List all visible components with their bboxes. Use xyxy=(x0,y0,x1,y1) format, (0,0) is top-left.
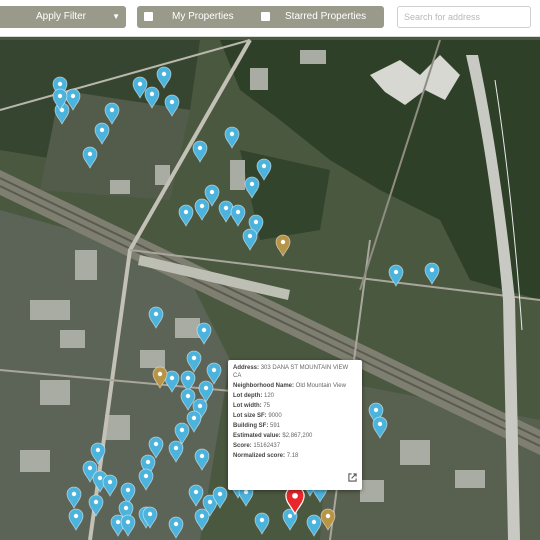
property-marker[interactable] xyxy=(196,322,212,345)
property-marker[interactable] xyxy=(306,514,322,537)
property-marker[interactable] xyxy=(230,204,246,227)
lot-width-value: 75 xyxy=(263,403,271,409)
chevron-down-icon: ▼ xyxy=(112,12,120,21)
property-marker[interactable] xyxy=(82,146,98,169)
normalized-score-label: Normalized score: xyxy=(233,453,286,459)
property-marker[interactable] xyxy=(388,264,404,287)
property-marker[interactable] xyxy=(68,508,84,531)
property-marker[interactable] xyxy=(138,468,154,491)
property-marker[interactable] xyxy=(186,350,202,373)
starred-property-marker[interactable] xyxy=(152,366,168,389)
property-marker[interactable] xyxy=(424,262,440,285)
property-marker[interactable] xyxy=(94,122,110,145)
property-marker[interactable] xyxy=(194,448,210,471)
property-marker[interactable] xyxy=(178,204,194,227)
property-marker[interactable] xyxy=(144,86,160,109)
property-marker[interactable] xyxy=(102,474,118,497)
property-marker[interactable] xyxy=(254,512,270,535)
apply-filter-label: Apply Filter xyxy=(35,11,86,22)
estimated-value-label: Estimated value: xyxy=(233,433,281,439)
external-link-icon[interactable] xyxy=(348,473,357,485)
starred-properties-label[interactable]: Starred Properties xyxy=(285,6,366,28)
address-search-input[interactable] xyxy=(397,6,531,28)
building-sf-value: 591 xyxy=(270,423,281,429)
top-toolbar: Apply Filter ▼ My Properties Starred Pro… xyxy=(0,0,540,37)
property-marker[interactable] xyxy=(372,416,388,439)
property-marker[interactable] xyxy=(148,306,164,329)
property-toggle-group: My Properties Starred Properties xyxy=(137,6,384,28)
property-marker[interactable] xyxy=(66,486,82,509)
property-marker[interactable] xyxy=(256,158,272,181)
property-marker[interactable] xyxy=(224,126,240,149)
my-properties-label[interactable]: My Properties xyxy=(172,6,234,28)
starred-property-marker[interactable] xyxy=(275,234,291,257)
my-properties-checkbox[interactable] xyxy=(144,12,153,21)
property-marker[interactable] xyxy=(188,484,204,507)
property-marker[interactable] xyxy=(194,508,210,531)
building-sf-label: Building SF: xyxy=(233,423,269,429)
lot-width-label: Lot width: xyxy=(233,403,262,409)
property-marker[interactable] xyxy=(104,102,120,125)
lot-depth-value: 120 xyxy=(264,393,275,399)
property-marker[interactable] xyxy=(120,514,136,537)
lot-size-label: Lot size SF: xyxy=(233,413,267,419)
normalized-score-value: 7.18 xyxy=(286,453,299,459)
starred-property-marker[interactable] xyxy=(320,508,336,531)
score-value: 15162437 xyxy=(253,443,281,449)
apply-filter-button[interactable]: Apply Filter ▼ xyxy=(0,6,126,28)
property-marker[interactable] xyxy=(164,94,180,117)
address-label: Address: xyxy=(233,365,260,371)
estimated-value-value: $2,867,200 xyxy=(282,433,313,439)
starred-properties-checkbox[interactable] xyxy=(261,12,270,21)
score-label: Score: xyxy=(233,443,252,449)
lot-size-value: 9000 xyxy=(268,413,282,419)
property-marker[interactable] xyxy=(242,228,258,251)
property-marker[interactable] xyxy=(206,362,222,385)
property-info-popup: Address: 303 DANA ST MOUNTAIN VIEW CA Ne… xyxy=(228,360,362,490)
property-marker[interactable] xyxy=(148,436,164,459)
lot-depth-label: Lot depth: xyxy=(233,393,263,399)
property-marker[interactable] xyxy=(120,482,136,505)
property-marker[interactable] xyxy=(192,140,208,163)
property-marker[interactable] xyxy=(244,176,260,199)
neighborhood-value: Old Mountain View xyxy=(295,383,346,389)
property-marker[interactable] xyxy=(168,516,184,539)
neighborhood-label: Neighborhood Name: xyxy=(233,383,294,389)
property-marker[interactable] xyxy=(90,442,106,465)
property-marker[interactable] xyxy=(156,66,172,89)
property-marker[interactable] xyxy=(168,440,184,463)
property-marker[interactable] xyxy=(88,494,104,517)
property-marker[interactable] xyxy=(194,198,210,221)
